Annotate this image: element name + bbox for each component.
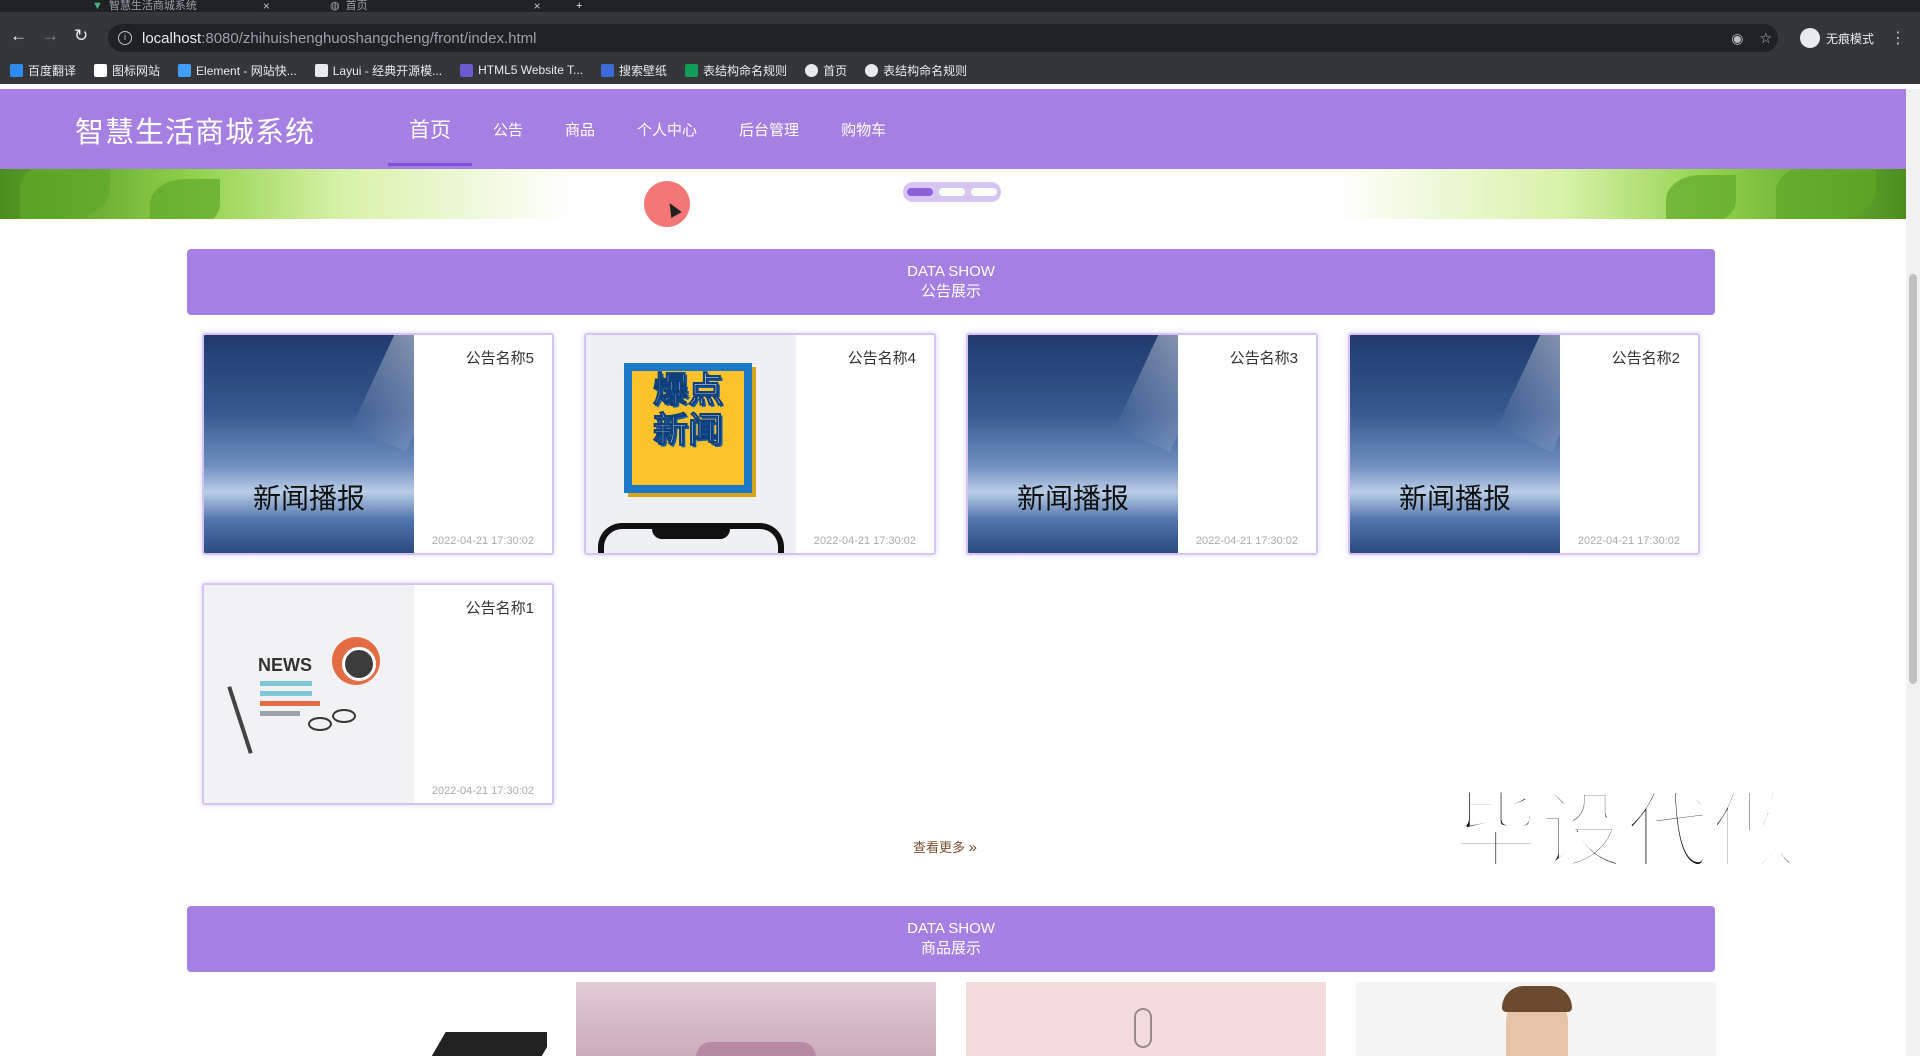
notice-card[interactable]: NEWS 公告名称1 2022-04-21 17:30:02 — [202, 583, 554, 805]
goods-section-header: DATA SHOW 商品展示 — [187, 906, 1715, 972]
profile-button[interactable]: 无痕模式 — [1799, 28, 1874, 48]
star-icon[interactable]: ☆ — [1759, 30, 1772, 47]
leaf-decoration — [20, 169, 110, 219]
bookmark-item[interactable]: 图标网站 — [94, 62, 160, 79]
bookmark-item[interactable]: 表结构命名规则 — [865, 62, 967, 79]
page-scrollbar[interactable] — [1906, 89, 1920, 1056]
coffee-cup-graphic — [332, 637, 380, 685]
bookmark-icon — [460, 63, 474, 77]
back-icon[interactable]: ← — [10, 26, 27, 46]
bookmark-item[interactable]: 搜索壁纸 — [601, 62, 667, 79]
eye-off-icon[interactable]: ◉ — [1731, 30, 1743, 47]
carousel-banner[interactable] — [0, 169, 1906, 219]
leaf-decoration — [1776, 169, 1876, 219]
notice-thumbnail: 爆点 新闻 — [586, 335, 796, 553]
notice-title: 公告名称1 — [465, 600, 534, 617]
nav-home[interactable]: 首页 — [388, 89, 472, 169]
new-tab-button[interactable]: + — [576, 0, 582, 12]
product-card[interactable] — [187, 982, 547, 1056]
bookmark-item[interactable]: Element - 网站快... — [178, 62, 297, 79]
address-bar[interactable]: i localhost:8080/zhihuishenghuoshangchen… — [108, 24, 1778, 52]
bookmark-icon — [178, 63, 192, 77]
notice-time: 2022-04-21 17:30:02 — [431, 785, 534, 797]
notice-section-header: DATA SHOW 公告展示 — [187, 249, 1715, 315]
notice-card[interactable]: 新闻播报 公告名称5 2022-04-21 17:30:02 — [202, 333, 554, 555]
carousel-dot[interactable] — [939, 188, 965, 196]
bookmark-icon — [94, 63, 108, 77]
notice-time: 2022-04-21 17:30:02 — [1195, 535, 1298, 547]
browser-tab-strip: ▼ 智慧生活商城系统 × ◍ 首页 × + — [0, 0, 1920, 12]
bookmark-item[interactable]: 百度翻译 — [10, 62, 76, 79]
bookmarks-bar: 百度翻译 图标网站 Element - 网站快... Layui - 经典开源模… — [0, 56, 1920, 84]
site-header: 智慧生活商城系统 首页 公告 商品 个人中心 后台管理 购物车 — [0, 89, 1906, 169]
close-icon[interactable]: × — [534, 0, 541, 12]
notice-card[interactable]: 新闻播报 公告名称2 2022-04-21 17:30:02 — [1348, 333, 1700, 555]
carousel-dot[interactable] — [907, 188, 933, 196]
product-card[interactable] — [576, 982, 936, 1056]
notice-title: 公告名称4 — [847, 350, 916, 367]
bookmark-icon — [601, 63, 615, 77]
bookmark-item[interactable]: Layui - 经典开源模... — [314, 62, 442, 79]
leaf-decoration — [150, 179, 220, 219]
phone-graphic — [598, 523, 784, 553]
notice-thumbnail: 新闻播报 — [968, 335, 1178, 553]
nav-notice[interactable]: 公告 — [472, 89, 544, 169]
globe-icon — [865, 63, 879, 77]
product-card[interactable] — [966, 982, 1326, 1056]
notice-title: 公告名称2 — [1611, 350, 1680, 367]
close-icon[interactable]: × — [263, 0, 270, 12]
notice-thumbnail: 新闻播报 — [204, 335, 414, 553]
incognito-icon — [1799, 28, 1820, 48]
notice-time: 2022-04-21 17:30:02 — [1577, 535, 1680, 547]
notice-card[interactable]: 新闻播报 公告名称3 2022-04-21 17:30:02 — [966, 333, 1318, 555]
bookmark-item[interactable]: HTML5 Website T... — [460, 63, 583, 77]
notice-time: 2022-04-21 17:30:02 — [431, 535, 534, 547]
notice-thumbnail: 新闻播报 — [1350, 335, 1560, 553]
bookmark-icon — [10, 63, 23, 77]
nav-profile[interactable]: 个人中心 — [616, 89, 718, 169]
browser-tab-1[interactable]: ▼ 智慧生活商城系统 × — [92, 0, 270, 12]
product-image — [696, 1042, 816, 1056]
product-card[interactable] — [1356, 982, 1716, 1056]
pen-graphic — [227, 686, 253, 754]
main-nav: 首页 公告 商品 个人中心 后台管理 购物车 — [388, 89, 907, 169]
breaking-news-graphic: 爆点 新闻 — [624, 363, 752, 493]
bookmark-icon — [314, 63, 328, 77]
notice-title: 公告名称5 — [465, 350, 534, 367]
nav-goods[interactable]: 商品 — [544, 89, 616, 169]
glasses-graphic — [308, 717, 332, 731]
nav-cart[interactable]: 购物车 — [820, 89, 907, 169]
site-logo[interactable]: 智慧生活商城系统 — [75, 109, 315, 151]
globe-icon: ◍ — [330, 0, 340, 12]
bookmark-icon — [685, 63, 699, 77]
globe-icon — [805, 63, 819, 77]
leaf-decoration — [1666, 175, 1736, 219]
notice-time: 2022-04-21 17:30:02 — [813, 535, 916, 547]
product-image — [428, 1032, 547, 1056]
view-more-link[interactable]: 查看更多 » — [913, 837, 977, 856]
bookmark-item[interactable]: 表结构命名规则 — [685, 62, 787, 79]
overlay-watermark: 毕设代做 — [1452, 783, 1799, 880]
notice-card[interactable]: 爆点 新闻 公告名称4 2022-04-21 17:30:02 — [584, 333, 936, 555]
site-info-icon[interactable]: i — [118, 31, 132, 45]
notice-thumbnail: NEWS — [204, 585, 414, 803]
scrollbar-thumb[interactable] — [1909, 274, 1917, 684]
double-chevron-right-icon: » — [968, 839, 977, 856]
notice-title: 公告名称3 — [1229, 350, 1298, 367]
browser-tab-2[interactable]: ◍ 首页 × — [330, 0, 541, 12]
more-menu-icon[interactable]: ⋮ — [1890, 28, 1906, 48]
carousel-indicators — [903, 182, 1001, 202]
nav-admin[interactable]: 后台管理 — [718, 89, 820, 169]
forward-icon[interactable]: → — [42, 26, 59, 46]
web-page: 智慧生活商城系统 首页 公告 商品 个人中心 后台管理 购物车 DATA SHO… — [0, 89, 1906, 1056]
vue-icon: ▼ — [92, 0, 103, 12]
bookmark-item[interactable]: 首页 — [805, 62, 847, 79]
reload-icon[interactable]: ↻ — [74, 26, 88, 46]
product-image — [1134, 1008, 1152, 1048]
carousel-dot[interactable] — [971, 188, 997, 196]
